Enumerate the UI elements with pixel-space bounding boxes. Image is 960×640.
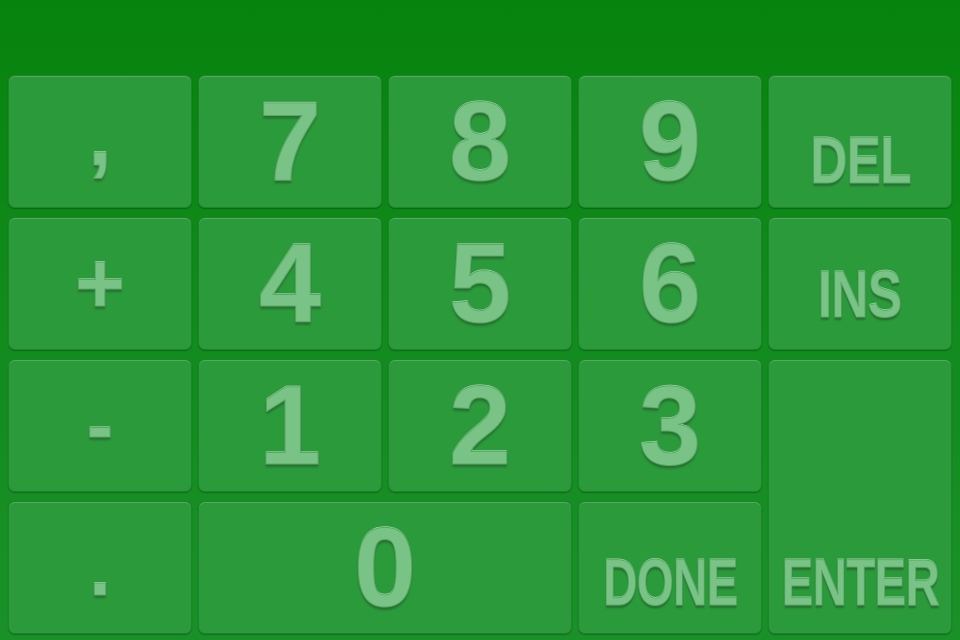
insert-key-label: INS [818,256,903,331]
minus-key-label: - [86,380,114,470]
digit-0-key[interactable]: 0 [198,501,572,634]
digit-3-label: 3 [638,362,702,488]
delete-key-label: DEL [809,123,911,197]
enter-key[interactable]: ENTER [768,359,952,634]
digit-4-key[interactable]: 4 [198,217,382,350]
digit-1-label: 1 [258,362,322,488]
digit-2-key[interactable]: 2 [388,359,572,492]
digit-7-label: 7 [258,78,322,204]
comma-key-label: , [88,87,113,184]
minus-key[interactable]: - [8,359,192,492]
comma-key[interactable]: , [8,75,192,208]
digit-7-key[interactable]: 7 [198,75,382,208]
plus-key-label: + [74,235,126,332]
digit-6-key[interactable]: 6 [578,217,762,350]
decimal-point-key-label: . [88,522,112,612]
done-key-label: DONE [602,545,738,619]
digit-9-label: 9 [638,78,702,204]
digit-6-label: 6 [638,220,702,346]
decimal-point-key[interactable]: . [8,501,192,634]
numeric-keypad: , 7 8 9 DEL + 4 5 6 INS - 1 2 3 ENTER . … [8,75,952,637]
digit-3-key[interactable]: 3 [578,359,762,492]
digit-2-label: 2 [448,362,512,488]
digit-5-label: 5 [448,220,512,346]
enter-key-label: ENTER [781,545,940,619]
insert-key[interactable]: INS [768,217,952,350]
delete-key[interactable]: DEL [768,75,952,208]
digit-1-key[interactable]: 1 [198,359,382,492]
done-key[interactable]: DONE [578,501,762,634]
digit-8-key[interactable]: 8 [388,75,572,208]
digit-5-key[interactable]: 5 [388,217,572,350]
plus-key[interactable]: + [8,217,192,350]
digit-8-label: 8 [448,78,512,204]
digit-4-label: 4 [258,220,322,346]
digit-0-label: 0 [353,504,417,630]
digit-9-key[interactable]: 9 [578,75,762,208]
